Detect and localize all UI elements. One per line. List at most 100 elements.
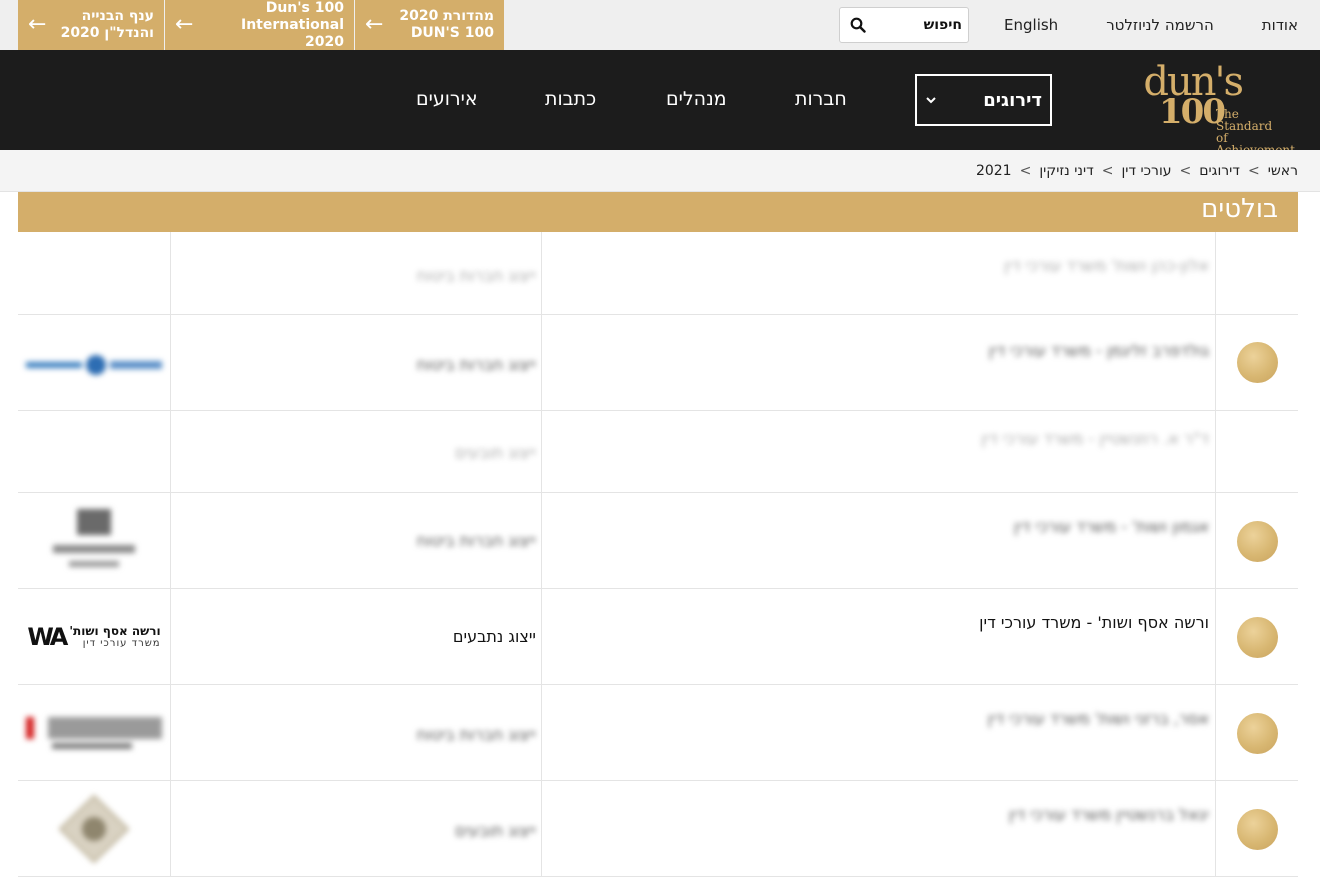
column-divider bbox=[170, 232, 171, 314]
firm-name[interactable]: אגמון ושות' - משרד עורכי דין bbox=[1014, 517, 1209, 536]
firm-name[interactable]: יגאל ברנשטיין משרד עורכי דין bbox=[1009, 805, 1209, 824]
column-divider bbox=[1215, 315, 1216, 410]
chevron-down-icon bbox=[926, 97, 936, 104]
search-box bbox=[839, 7, 969, 43]
firm-name[interactable]: אסר, ברזני ושות' משרד עורכי דין bbox=[988, 709, 1209, 728]
breadcrumb-year: 2021 bbox=[975, 163, 1012, 179]
promo-line: ענף הבנייה bbox=[81, 8, 154, 24]
gold-medal-icon bbox=[1237, 521, 1278, 562]
promo-text: Dun's 100 International 2020 bbox=[201, 0, 344, 51]
breadcrumb-separator: > bbox=[1179, 163, 1192, 179]
firm-name[interactable]: ורשה אסף ושות' - משרד עורכי דין bbox=[979, 613, 1209, 632]
table-row[interactable]: אלון-כהן ושות' משרד עורכי דין ייצוג חברו… bbox=[18, 232, 1298, 315]
nav-articles[interactable]: כתבות bbox=[545, 88, 596, 110]
table-row[interactable]: יגאל ברנשטיין משרד עורכי דין ייצוג תובעי… bbox=[18, 781, 1298, 877]
top-utility-bar: אודות הרשמה לניוזלטר English מהדורת 2020… bbox=[0, 0, 1320, 50]
promo-construction-2020[interactable]: ענף הבנייה והנדל"ן 2020 ← bbox=[18, 0, 164, 50]
column-divider bbox=[170, 411, 171, 492]
breadcrumb-rankings[interactable]: דירוגים bbox=[1199, 163, 1240, 179]
duns100-logo[interactable]: dun's 100 The Standard of Achievement bbox=[1132, 62, 1298, 156]
table-row[interactable]: ורשה אסף ושות' - משרד עורכי דין ייצוג נת… bbox=[18, 589, 1298, 685]
column-divider bbox=[541, 315, 542, 410]
promo-line: מהדורת 2020 bbox=[399, 8, 494, 24]
column-divider bbox=[1215, 685, 1216, 780]
logo-text: ורשה אסף ושות' משרד עורכי דין bbox=[69, 624, 160, 650]
red-gray-logo bbox=[26, 717, 162, 749]
column-divider bbox=[541, 232, 542, 314]
rankings-dropdown[interactable]: דירוגים bbox=[915, 74, 1052, 126]
logo-subtitle: משרד עורכי דין bbox=[82, 638, 161, 649]
column-divider bbox=[170, 685, 171, 780]
firm-logo[interactable] bbox=[24, 505, 164, 575]
breadcrumb-tort-law[interactable]: דיני נזיקין bbox=[1039, 163, 1093, 179]
firm-logo[interactable] bbox=[24, 711, 164, 755]
breadcrumb-separator: > bbox=[1247, 163, 1260, 179]
gold-medal-icon bbox=[1237, 342, 1278, 383]
promo-line: Dun's 100 bbox=[265, 0, 344, 16]
nav-managers[interactable]: מנהלים bbox=[666, 88, 727, 110]
promo-line: International 2020 bbox=[240, 16, 344, 50]
firm-name[interactable]: גולדפרב זליגמן - משרד עורכי דין bbox=[989, 341, 1209, 360]
diamond-emblem-logo bbox=[58, 794, 130, 864]
column-divider bbox=[541, 781, 542, 876]
representation-type: ייצוג נתבעים bbox=[452, 627, 536, 646]
representation-type: ייצוג תובעים bbox=[454, 443, 536, 462]
english-link[interactable]: English bbox=[1004, 16, 1058, 34]
gold-medal-icon bbox=[1237, 617, 1278, 658]
column-divider bbox=[541, 411, 542, 492]
promo-duns100-2020[interactable]: מהדורת 2020 DUN'S 100 ← bbox=[355, 0, 504, 50]
arrow-left-icon: ← bbox=[175, 12, 194, 37]
warshavsky-logo: WA ורשה אסף ושות' משרד עורכי דין bbox=[27, 623, 160, 651]
representation-type: ייצוג חברות ביטוח bbox=[416, 355, 536, 374]
promo-line: DUN'S 100 bbox=[410, 25, 494, 41]
newsletter-signup-link[interactable]: הרשמה לניוזלטר bbox=[1106, 16, 1214, 34]
search-icon[interactable] bbox=[850, 17, 866, 33]
column-divider bbox=[1215, 493, 1216, 588]
nav-companies[interactable]: חברות bbox=[795, 88, 847, 110]
gold-medal-icon bbox=[1237, 713, 1278, 754]
breadcrumb-home[interactable]: ראשי bbox=[1268, 163, 1298, 179]
column-divider bbox=[541, 685, 542, 780]
column-divider bbox=[170, 589, 171, 684]
column-divider bbox=[541, 589, 542, 684]
representation-type: ייצוג חברות ביטוח bbox=[416, 266, 536, 285]
search-input[interactable] bbox=[874, 17, 962, 33]
firm-logo[interactable] bbox=[24, 345, 164, 385]
table-row[interactable]: ד"ר א. רוזנשטיין - משרד עורכי דין ייצוג … bbox=[18, 411, 1298, 493]
breadcrumb-bar: ראשי > דירוגים > עורכי דין > דיני נזיקין… bbox=[0, 150, 1320, 192]
table-row[interactable]: גולדפרב זליגמן - משרד עורכי דין ייצוג חב… bbox=[18, 315, 1298, 411]
firm-name[interactable]: אלון-כהן ושות' משרד עורכי דין bbox=[1004, 256, 1209, 275]
firm-name[interactable]: ד"ר א. רוזנשטיין - משרד עורכי דין bbox=[981, 429, 1209, 448]
column-divider bbox=[170, 493, 171, 588]
table-row[interactable]: אגמון ושות' - משרד עורכי דין ייצוג חברות… bbox=[18, 493, 1298, 589]
promo-text: מהדורת 2020 DUN'S 100 bbox=[391, 8, 494, 42]
arrow-left-icon: ← bbox=[365, 12, 384, 37]
logo-tagline-line: The Standard bbox=[1216, 107, 1273, 133]
top-links: אודות הרשמה לניוזלטר English bbox=[1004, 0, 1298, 50]
gold-medal-icon bbox=[1237, 809, 1278, 850]
breadcrumb: ראשי > דירוגים > עורכי דין > דיני נזיקין… bbox=[976, 150, 1298, 192]
firm-logo[interactable]: WA ורשה אסף ושות' משרד עורכי דין bbox=[24, 619, 164, 655]
table-row[interactable]: אסר, ברזני ושות' משרד עורכי דין ייצוג חב… bbox=[18, 685, 1298, 781]
nav-events[interactable]: אירועים bbox=[416, 88, 478, 110]
about-link[interactable]: אודות bbox=[1262, 16, 1298, 34]
section-title: בולטים bbox=[1201, 194, 1278, 224]
main-navbar: dun's 100 The Standard of Achievement די… bbox=[0, 50, 1320, 156]
firm-logo[interactable] bbox=[24, 793, 164, 865]
promo-line: והנדל"ן 2020 bbox=[60, 25, 154, 41]
representation-type: ייצוג תובעים bbox=[454, 821, 536, 840]
section-header: בולטים bbox=[18, 192, 1298, 232]
logo-mark: WA bbox=[27, 623, 68, 651]
column-divider bbox=[170, 781, 171, 876]
promo-international-2020[interactable]: Dun's 100 International 2020 ← bbox=[165, 0, 354, 50]
representation-type: ייצוג חברות ביטוח bbox=[416, 531, 536, 550]
column-divider bbox=[1215, 411, 1216, 492]
gray-emblem-logo bbox=[53, 509, 135, 567]
representation-type: ייצוג חברות ביטוח bbox=[416, 725, 536, 744]
breadcrumb-lawyers[interactable]: עורכי דין bbox=[1121, 163, 1171, 179]
promo-text: ענף הבנייה והנדל"ן 2020 bbox=[54, 8, 154, 42]
rankings-table: אלון-כהן ושות' משרד עורכי דין ייצוג חברו… bbox=[18, 232, 1298, 877]
logo-firm-name: ורשה אסף ושות' bbox=[69, 624, 161, 638]
column-divider bbox=[1215, 781, 1216, 876]
breadcrumb-separator: > bbox=[1101, 163, 1114, 179]
